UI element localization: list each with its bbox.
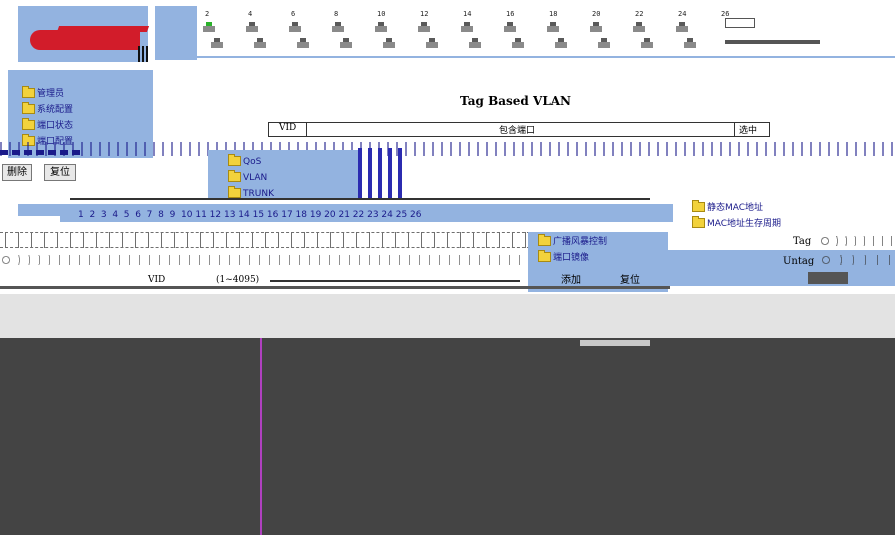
folder-icon	[228, 170, 241, 182]
page-title: Tag Based VLAN	[460, 94, 572, 108]
ethernet-port-icon[interactable]	[375, 22, 387, 32]
delete-button[interactable]: 删除	[2, 164, 32, 181]
col-divider	[734, 123, 735, 136]
port-index-row: 1 2 3 4 5 6 7 8 9 10 11 12 13 14 15 16 1…	[78, 210, 422, 220]
ethernet-port-icon[interactable]	[203, 22, 215, 32]
port-number-label: 10	[377, 10, 386, 18]
folder-icon	[22, 86, 35, 98]
mid-menu-item-port-mirror[interactable]: 端口镜像	[538, 250, 589, 263]
ethernet-port-icon[interactable]	[512, 38, 524, 48]
ethernet-port-icon[interactable]	[461, 22, 473, 32]
submenu: QoS VLAN TRUNK	[208, 150, 358, 200]
blank-gray-band	[0, 294, 895, 338]
tag-label: Tag	[793, 236, 812, 247]
folder-icon	[228, 186, 241, 198]
dark-panel-marks	[580, 340, 650, 346]
blue-bars	[358, 148, 404, 200]
submenu-item-qos[interactable]: QoS	[228, 154, 261, 167]
ethernet-port-icon[interactable]	[676, 22, 688, 32]
untag-bar	[808, 272, 848, 284]
port-number-label: 18	[549, 10, 558, 18]
folder-icon	[692, 200, 705, 212]
sidebar-item-port-status[interactable]: 端口状态	[22, 118, 73, 131]
ethernet-port-icon[interactable]	[211, 38, 223, 48]
port-number-label: 4	[248, 10, 253, 18]
port-number-label: 24	[678, 10, 687, 18]
ethernet-port-icon[interactable]	[297, 38, 309, 48]
switch-port-panel: 2 4 6 8 10 12 14 16 18 20 22 24 26	[195, 4, 895, 64]
header-dark-block	[155, 6, 197, 60]
ethernet-port-icon[interactable]	[383, 38, 395, 48]
port-number-label: 16	[506, 10, 515, 18]
vlan-table-header: VID 包含端口 选中	[268, 122, 770, 137]
untag-label: Untag	[783, 256, 815, 267]
folder-icon	[692, 216, 705, 228]
logo-bars	[138, 46, 148, 62]
right-menu-item-mac-aging[interactable]: MAC地址生存周期	[692, 216, 781, 229]
ethernet-port-icon[interactable]	[641, 38, 653, 48]
vid-range: (1~4095)	[216, 275, 260, 285]
ethernet-port-icon[interactable]	[254, 38, 266, 48]
vid-label: VID	[148, 275, 166, 285]
mid-menu-item-storm-control[interactable]: 广播风暴控制	[538, 234, 607, 247]
port-number-label: 20	[592, 10, 601, 18]
ethernet-port-icon[interactable]	[469, 38, 481, 48]
dark-panel-right	[262, 338, 895, 535]
logo-stripe	[56, 26, 150, 32]
brand-logo	[18, 6, 150, 62]
ethernet-port-icon[interactable]	[633, 22, 645, 32]
sfp-port[interactable]	[725, 18, 755, 28]
ethernet-port-icon[interactable]	[340, 38, 352, 48]
folder-icon	[22, 118, 35, 130]
ethernet-port-icon[interactable]	[426, 38, 438, 48]
dark-panel-left	[0, 338, 260, 535]
mid-menu: 广播风暴控制 端口镜像 添加 复位	[528, 232, 668, 292]
port-number-label: 6	[291, 10, 296, 18]
ethernet-port-icon[interactable]	[598, 38, 610, 48]
port-number-label: 8	[334, 10, 339, 18]
sidebar-item-system[interactable]: 系统配置	[22, 102, 73, 115]
ethernet-port-icon[interactable]	[246, 22, 258, 32]
ethernet-port-icon[interactable]	[590, 22, 602, 32]
port-number-label: 2	[205, 10, 210, 18]
untag-radio-row	[0, 255, 530, 265]
port-panel-underline	[195, 56, 895, 58]
logo-swoosh	[30, 30, 140, 50]
ethernet-port-icon[interactable]	[418, 22, 430, 32]
col-vid-header: VID	[279, 123, 297, 133]
ethernet-port-icon[interactable]	[332, 22, 344, 32]
divider-line	[70, 198, 650, 200]
reset-button[interactable]: 复位	[44, 164, 76, 181]
col-ports-header: 包含端口	[499, 126, 536, 136]
port-number-label: 12	[420, 10, 429, 18]
right-menu-item-static-mac[interactable]: 静态MAC地址	[692, 200, 763, 213]
ethernet-port-icon[interactable]	[289, 22, 301, 32]
tag-radios-right	[820, 236, 895, 246]
port-number-label: 22	[635, 10, 644, 18]
submenu-item-vlan[interactable]: VLAN	[228, 170, 267, 183]
folder-icon	[538, 234, 551, 246]
col-select-header: 选中	[739, 126, 758, 136]
folder-icon	[228, 154, 241, 166]
row-bottom-line	[0, 286, 670, 289]
col-divider	[306, 123, 307, 136]
right-menu: 静态MAC地址 MAC地址生存周期	[688, 200, 895, 229]
port-number-label: 26	[721, 10, 730, 18]
ethernet-port-icon[interactable]	[684, 38, 696, 48]
folder-icon	[538, 250, 551, 262]
tag-radio-row	[0, 232, 540, 248]
vid-input[interactable]	[270, 280, 520, 282]
sidebar-item-admin[interactable]: 管理员	[22, 86, 64, 99]
folder-icon	[22, 102, 35, 114]
ethernet-port-icon[interactable]	[555, 38, 567, 48]
vlan-row-strip	[0, 142, 895, 156]
ethernet-port-icon[interactable]	[547, 22, 559, 32]
ethernet-port-icon[interactable]	[504, 22, 516, 32]
port-number-label: 14	[463, 10, 472, 18]
vlan-row-strip-bar	[0, 150, 80, 155]
sfp-port-bar	[725, 40, 820, 44]
untag-radios-right	[820, 255, 895, 265]
